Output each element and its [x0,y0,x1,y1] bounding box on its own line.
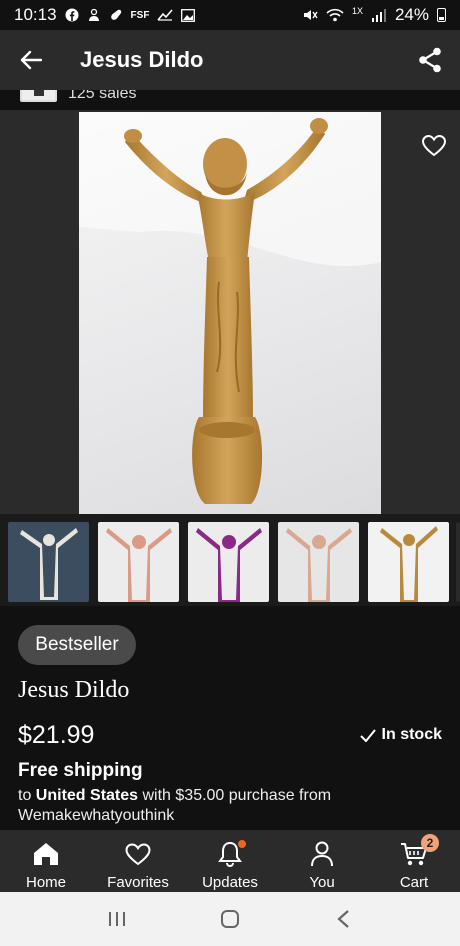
figure-illustration [79,112,381,504]
nav-updates[interactable]: Updates [184,830,276,892]
facebook-icon [65,8,79,22]
arrow-left-icon [20,50,42,70]
recents-icon [108,912,125,926]
stock-label: In stock [381,726,442,743]
shipping-country: United States [35,787,139,804]
product-image-area[interactable] [0,110,460,514]
thumbnail-figure-1 [20,528,78,600]
photo-icon [181,8,196,22]
app-bar: Jesus Dildo [0,30,460,90]
nav-cart-label: Cart [399,874,429,891]
nav-home-label: Home [25,874,66,891]
system-navigation-bar [0,892,460,946]
battery-percent: 24% [394,5,429,24]
wifi-icon [326,8,344,22]
sales-count: 125 sales [68,90,137,102]
robot-icon [88,8,99,21]
status-time: 10:13 [14,5,57,24]
back-system-button[interactable] [323,899,363,939]
thumbnail-figure-4 [286,528,352,602]
thumbnail-4[interactable] [278,522,359,602]
bottom-navigation: Home Favorites Updates You 2 Cart [0,830,460,892]
signal-chart-icon [157,9,174,21]
cart-count-badge: 2 [421,834,439,852]
network-label: 1X [351,6,363,16]
thumbnail-1[interactable] [8,522,89,602]
person-icon [307,840,337,868]
link-icon [110,9,121,20]
stock-status: In stock [359,726,442,744]
cell-signal-icon [371,9,386,22]
thumbnail-strip[interactable] [0,514,460,606]
bell-icon [215,840,246,868]
battery-icon [437,8,446,22]
back-button[interactable] [0,30,62,90]
thumbnail-figure-5 [380,526,438,602]
main-product-photo[interactable] [79,112,381,514]
heart-outline-icon [422,135,446,157]
thumbnail-figure-2 [106,528,172,602]
heart-icon [123,840,153,868]
home-system-button[interactable] [210,899,250,939]
nav-favorites-label: Favorites [107,874,169,891]
nav-favorites[interactable]: Favorites [92,830,184,892]
product-price: $21.99 [18,721,95,749]
shop-logo [20,90,57,102]
shipping-detail: to United States with $35.00 purchase fr… [18,786,438,826]
nav-you-label: You [309,874,335,891]
shipping-suffix: with $35.00 purchase from [138,787,332,804]
bestseller-badge: Bestseller [18,625,136,665]
status-bar: 10:13 FSF 1X 24% [0,0,460,30]
thumbnail-3[interactable] [188,522,269,602]
thumbnail-2[interactable] [98,522,179,602]
nav-you[interactable]: You [276,830,368,892]
nav-home[interactable]: Home [0,830,92,892]
system-indicators: 1X 24% [302,5,446,25]
notification-icons: FSF [65,8,196,22]
share-icon [419,47,441,73]
fsf-label: FSF [130,9,150,21]
updates-dot [238,840,246,848]
home-icon [31,840,61,868]
share-button[interactable] [400,30,460,90]
checkmark-icon [359,728,376,742]
home-square-icon [220,910,239,928]
product-info: Bestseller Jesus Dildo $21.99 In stock F… [0,606,460,830]
shop-name-link[interactable]: Wemakewhatyouthink [18,807,174,824]
nav-updates-label: Updates [202,874,258,891]
seller-strip[interactable]: 125 sales [0,90,460,110]
product-title: Jesus Dildo [18,677,130,703]
chevron-left-icon [337,910,350,928]
page-title: Jesus Dildo [80,47,204,72]
nav-cart[interactable]: 2 Cart [368,830,460,892]
thumbnail-5[interactable] [368,522,449,602]
thumbnail-6-partial[interactable] [456,522,460,602]
recents-button[interactable] [97,899,137,939]
shipping-to-prefix: to [18,787,36,804]
shipping-title: Free shipping [18,760,143,781]
mute-icon [303,10,318,20]
thumbnail-figure-3 [196,528,262,602]
favorite-button[interactable] [418,130,450,162]
cart-icon: 2 [399,834,439,868]
